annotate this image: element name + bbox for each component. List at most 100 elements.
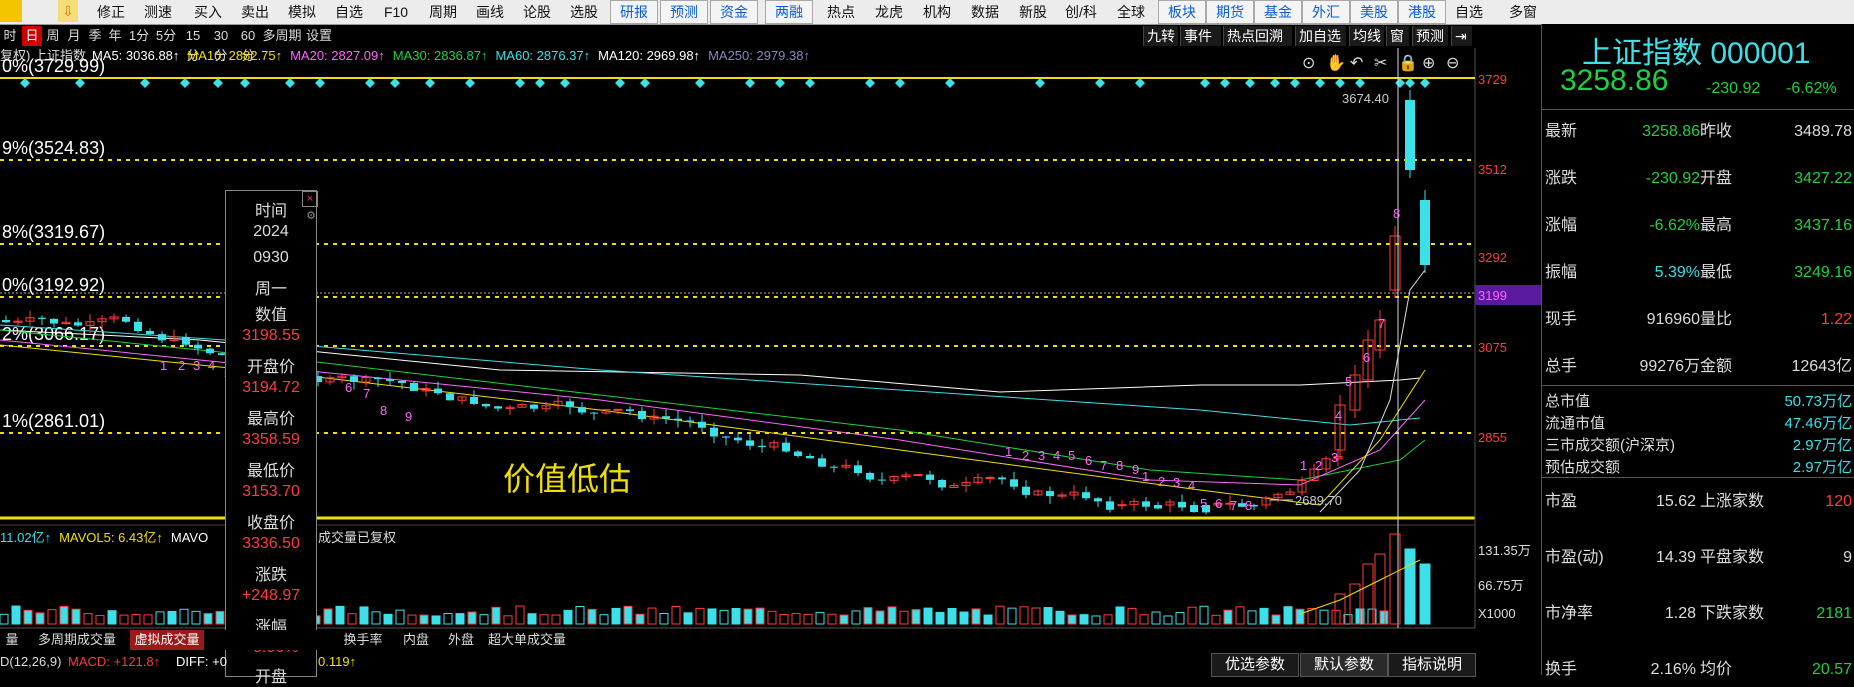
volume-bar <box>1175 611 1185 625</box>
volume-bar <box>1103 614 1113 625</box>
candle-up <box>985 476 995 479</box>
turn-number: 4 <box>1335 408 1342 423</box>
volume-bar <box>1163 615 1173 625</box>
turn-number: 5 <box>1200 496 1207 511</box>
stat-value-3-a: 2.16% <box>1650 661 1696 678</box>
candle-down <box>782 442 790 452</box>
volume-bar <box>1319 609 1329 625</box>
turn-number: 7 <box>363 386 370 401</box>
candle-down <box>1106 501 1114 510</box>
indicator-tab-7[interactable]: 超大单成交量 <box>486 630 568 650</box>
param-button-1[interactable]: 默认参数 <box>1300 653 1388 677</box>
high-label: 最高价 <box>246 411 295 428</box>
candle-down <box>578 407 586 413</box>
quote-label-4-b: 量比 <box>1700 311 1733 328</box>
quote-label-5-b: 金额 <box>1700 358 1733 375</box>
candle-down <box>410 382 418 391</box>
indicator-tab-5[interactable]: 内盘 <box>396 630 436 650</box>
more-label: 开盘 <box>254 669 287 686</box>
candle-down <box>398 380 406 383</box>
candle-down <box>926 474 934 480</box>
indicator-tab-0[interactable]: 量 <box>0 630 24 650</box>
param-button-0[interactable]: 优选参数 <box>1211 653 1299 677</box>
stat-label-0-a: 市盈 <box>1545 493 1578 510</box>
market-label-0: 总市值 <box>1545 393 1591 410</box>
vol-item-1: MAVOL5: 6.43亿↑ <box>59 530 163 545</box>
candle-down <box>878 479 886 481</box>
volume-bar <box>455 613 465 625</box>
stat-label-0-b: 上涨家数 <box>1700 493 1765 510</box>
undo-icon: ↶ <box>1350 55 1363 72</box>
volume-bar <box>1031 607 1041 625</box>
candle-down <box>1022 486 1030 495</box>
candle-down <box>434 388 442 394</box>
volume-bar <box>515 605 525 625</box>
open-label: 开盘价 <box>246 359 295 376</box>
volume-bar <box>1271 614 1281 625</box>
stat-label-3-b: 均价 <box>1700 661 1733 678</box>
volume-bar <box>947 607 957 625</box>
volume-bar <box>551 614 561 625</box>
crosshair-info-box: × ⚙ 时间 2024 0930 周一 数值 3198.55 开盘价 3194.… <box>225 190 318 686</box>
volume-bar <box>683 612 693 625</box>
candle-down <box>698 421 706 428</box>
volume-bar <box>527 613 537 625</box>
candle-down <box>146 330 154 335</box>
volume-bar <box>1404 548 1416 625</box>
volume-bar <box>1019 606 1029 625</box>
quote-value-0-a: 3258.86 <box>1642 123 1700 140</box>
macd-item-1: MACD: +121.8↑ <box>68 654 161 669</box>
candle-down <box>662 416 670 419</box>
candle-down <box>38 317 46 319</box>
market-value-1: 47.46万亿 <box>1784 415 1852 432</box>
volume-bar <box>119 614 129 625</box>
turn-number: 7 <box>1100 458 1107 473</box>
param-button-2[interactable]: 指标说明 <box>1388 653 1476 677</box>
candle-down <box>1190 505 1198 513</box>
quote-label-5-a: 总手 <box>1545 358 1578 375</box>
vol-suffix: 成交量已复权 <box>318 530 397 545</box>
stat-value-1-b: 9 <box>1843 549 1852 566</box>
macd-item-3: 0.119↑ <box>318 654 357 669</box>
turn-number: 3 <box>1038 448 1045 463</box>
candle-down <box>938 479 946 488</box>
turn-number: 8 <box>1393 206 1400 221</box>
volume-bar <box>779 614 789 625</box>
high-value: 3358.59 <box>242 431 300 448</box>
indicator-tab-2[interactable]: 虚拟成交量 <box>130 630 204 650</box>
quote-change: -230.92 <box>1706 80 1761 97</box>
volume-bar <box>851 610 861 625</box>
market-label-2: 三市成交额(沪深京) <box>1545 437 1675 454</box>
ma-curve-1 <box>0 324 1421 426</box>
volume-bar <box>671 606 681 625</box>
volume-bar <box>803 613 813 625</box>
turn-number: 6 <box>1215 496 1222 511</box>
volume-bar <box>755 607 765 625</box>
candle-down <box>1405 100 1415 170</box>
turn-number: 6 <box>1363 350 1370 365</box>
volume-bar <box>863 607 873 625</box>
volume-bar <box>95 614 105 625</box>
eye-icon: ⊙ <box>1302 55 1315 72</box>
high-mark: 3674.40 <box>1342 91 1389 106</box>
indicator-tab-4[interactable]: 换手率 <box>332 630 394 650</box>
volume-bar <box>983 614 993 625</box>
volume-bar <box>1007 607 1017 625</box>
fib-label-2: 8%(3319.67) <box>2 222 105 242</box>
turn-number: 1 <box>1300 458 1307 473</box>
volume-bar <box>599 614 609 625</box>
indicator-tab-6[interactable]: 外盘 <box>438 630 484 650</box>
indicator-tab-1[interactable]: 多周期成交量 <box>26 630 128 650</box>
candle-down <box>2 320 10 323</box>
candle-up <box>913 474 923 477</box>
quote-label-3-b: 最低 <box>1700 264 1733 281</box>
chart-annotation: 价值低估 <box>503 461 632 497</box>
quote-value-5-a: 99276万 <box>1639 358 1701 375</box>
hand-icon: ✋ <box>1326 53 1346 72</box>
price-axis-label-3: 3199 <box>1478 288 1507 303</box>
stat-label-1-b: 平盘家数 <box>1700 549 1765 566</box>
quote-value-4-b: 1.22 <box>1820 311 1852 328</box>
volume-bar <box>743 608 753 625</box>
volume-bar <box>875 610 885 625</box>
turn-number: 4 <box>208 358 215 373</box>
